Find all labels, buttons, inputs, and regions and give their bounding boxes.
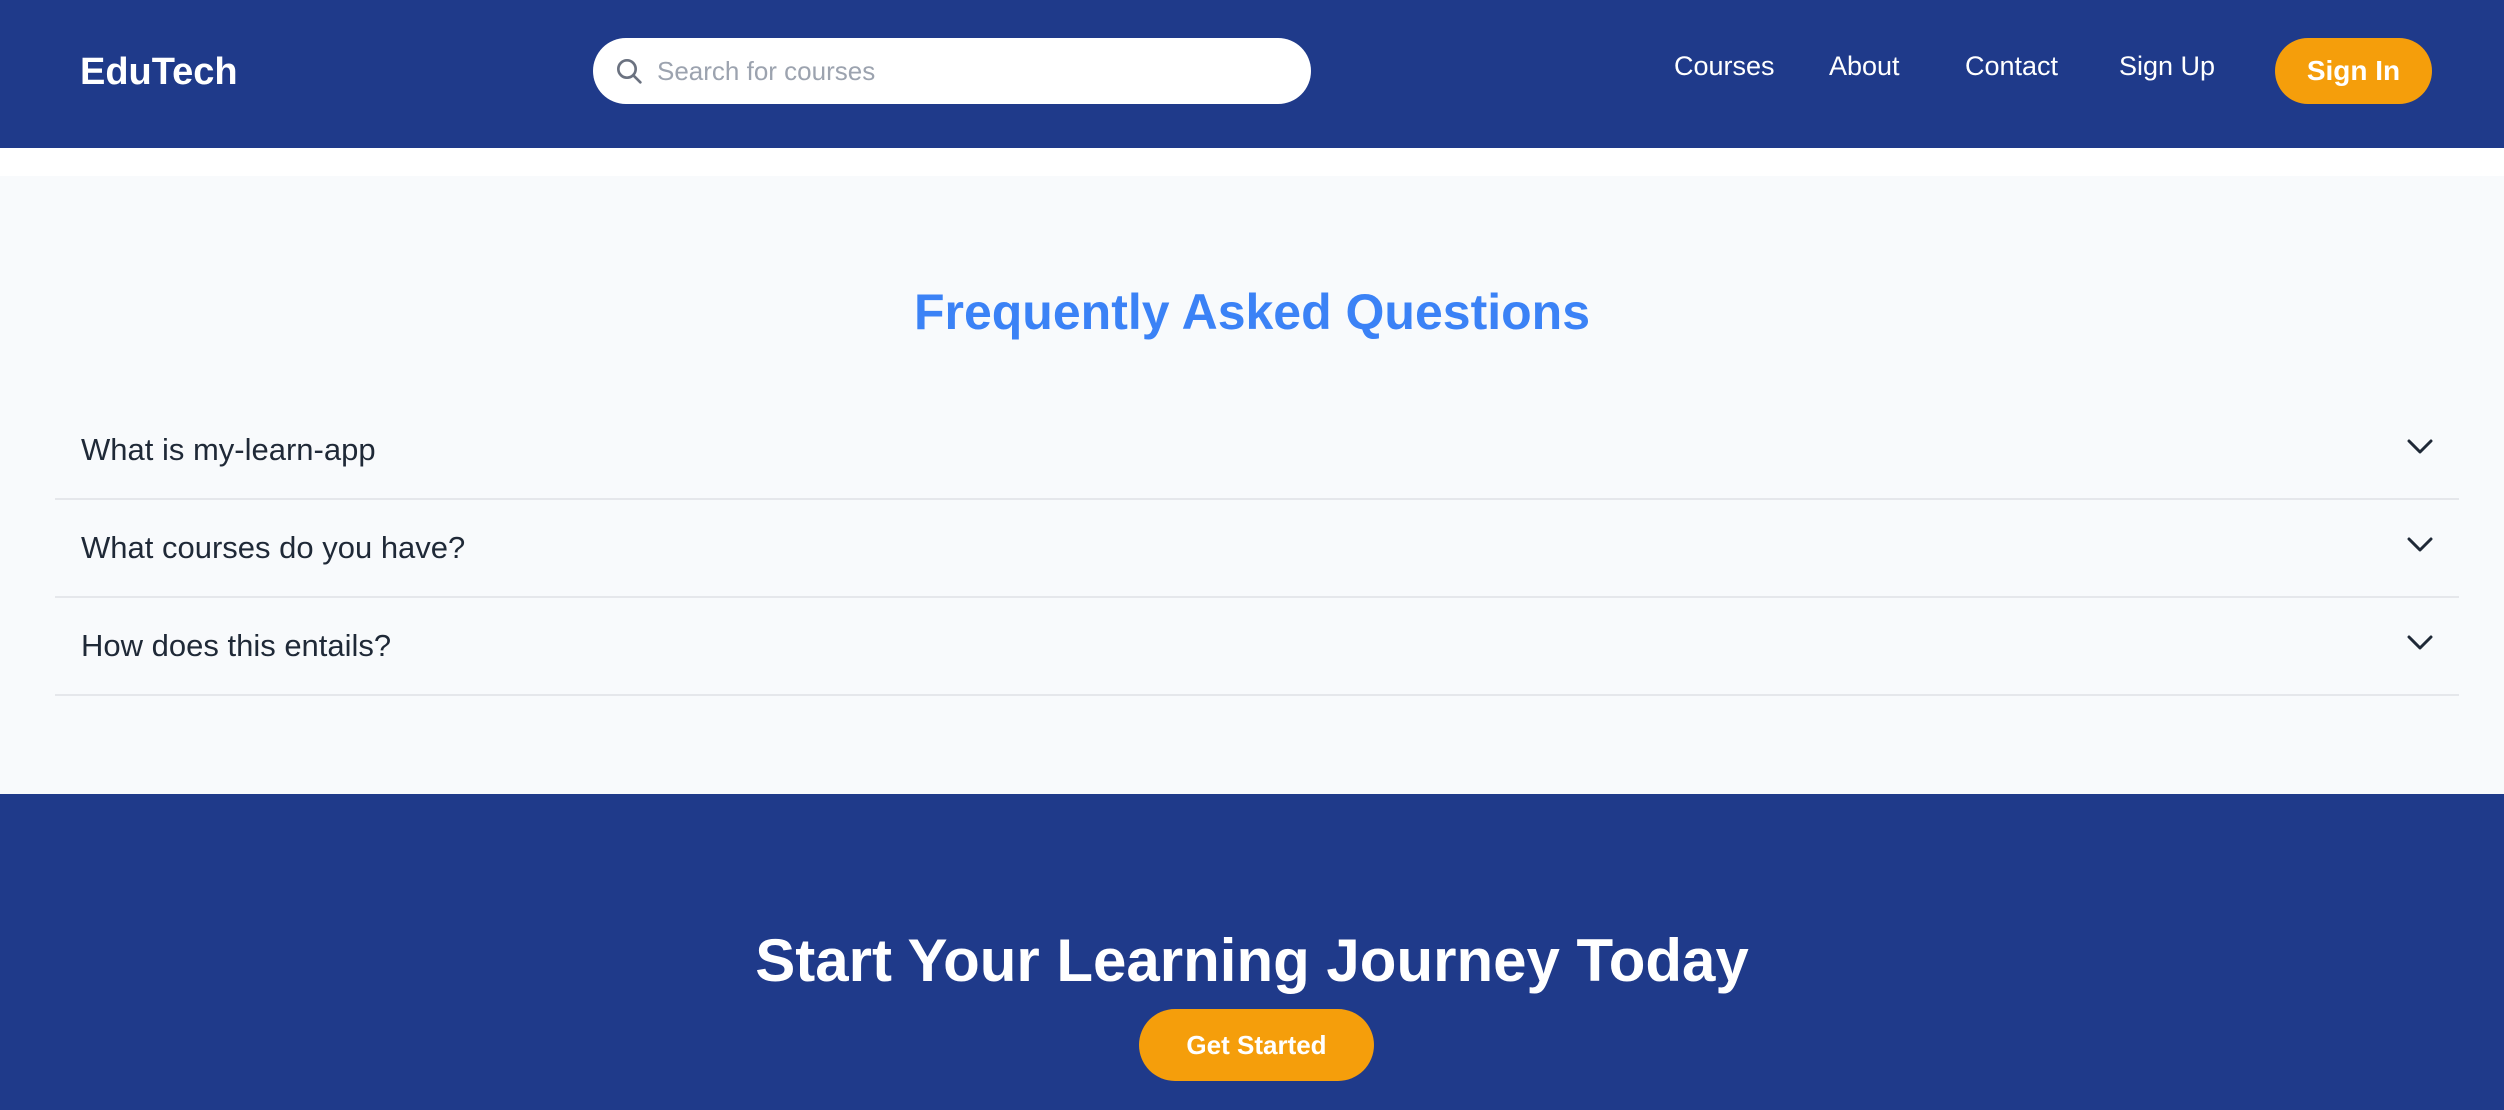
faq-list: What is my-learn-app What courses do you…: [55, 402, 2459, 696]
top-navbar: EduTech Courses About Contact Sign Up Si…: [0, 0, 2504, 148]
search-icon: [617, 59, 642, 84]
nav-link-contact[interactable]: Contact: [1965, 48, 2058, 84]
faq-title: Frequently Asked Questions: [913, 284, 1591, 340]
logo[interactable]: EduTech: [80, 48, 238, 96]
search-input[interactable]: [657, 38, 1277, 104]
search-bar[interactable]: [593, 38, 1311, 104]
faq-question: What is my-learn-app: [81, 432, 376, 467]
chevron-down-icon[interactable]: [2407, 634, 2433, 652]
faq-item[interactable]: What is my-learn-app: [55, 402, 2459, 500]
faq-item[interactable]: How does this entails?: [55, 598, 2459, 696]
faq-section: Frequently Asked Questions What is my-le…: [0, 176, 2504, 794]
nav-link-courses[interactable]: Courses: [1674, 48, 1775, 84]
chevron-down-icon[interactable]: [2407, 536, 2433, 554]
cta-title: Start Your Learning Journey Today: [755, 927, 1749, 994]
nav-link-about[interactable]: About: [1829, 48, 1900, 84]
faq-question: What courses do you have?: [81, 530, 466, 565]
cta-section: Start Your Learning Journey Today Get St…: [0, 794, 2504, 1110]
nav-link-sign-up[interactable]: Sign Up: [2119, 48, 2215, 84]
faq-item[interactable]: What courses do you have?: [55, 500, 2459, 598]
sign-in-button[interactable]: Sign In: [2275, 38, 2432, 104]
chevron-down-icon[interactable]: [2407, 438, 2433, 456]
faq-question: How does this entails?: [81, 628, 392, 663]
get-started-button[interactable]: Get Started: [1139, 1009, 1374, 1081]
